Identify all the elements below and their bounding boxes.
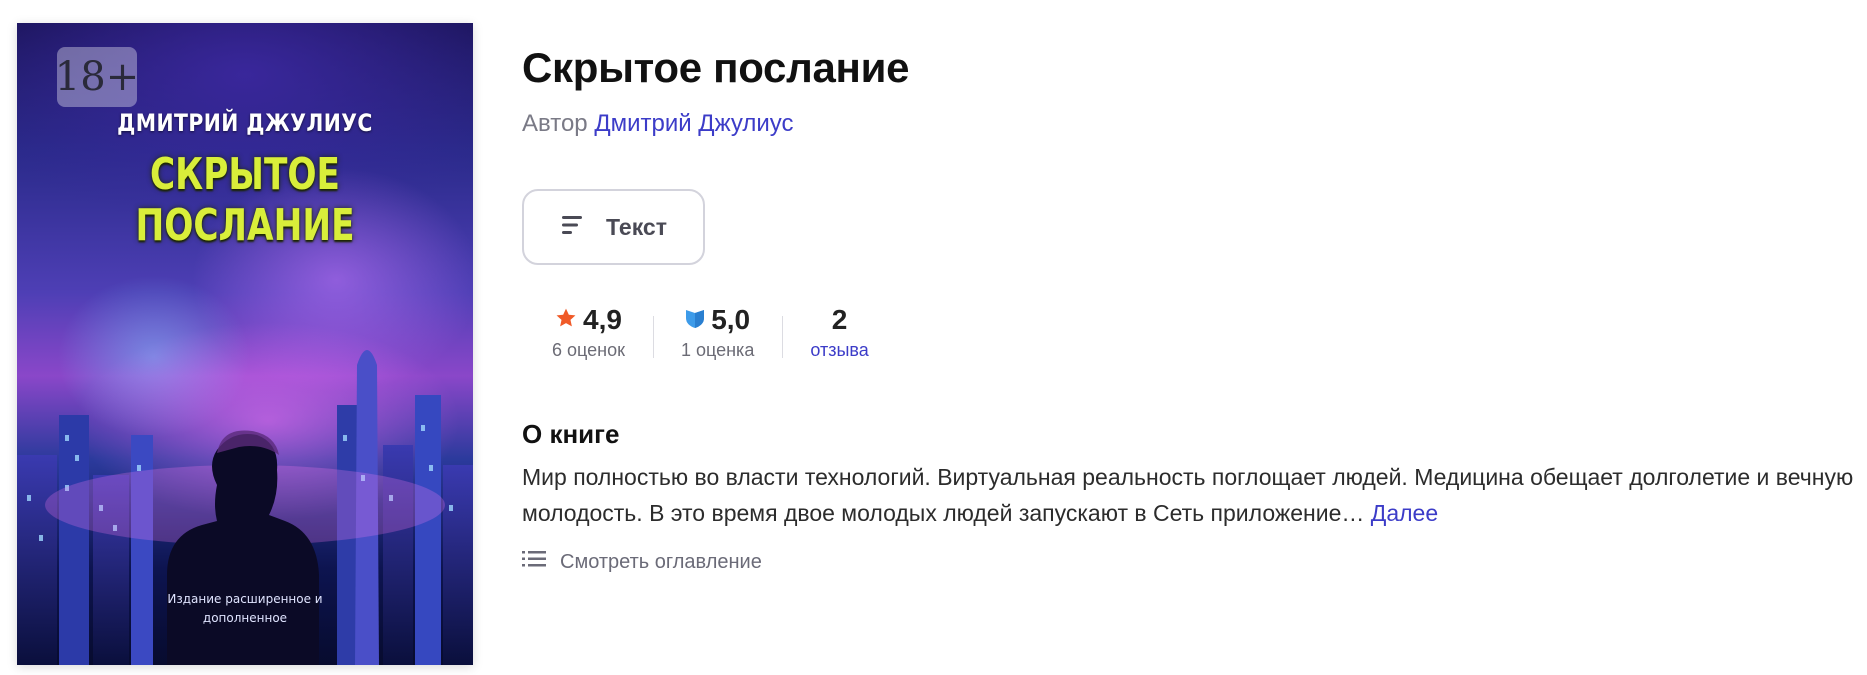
rating-livelib-value: 5,0 [711, 304, 751, 335]
rating-livelib-count: 1 оценка [680, 340, 755, 360]
author-prefix: Автор [522, 110, 588, 137]
toc-link[interactable]: Смотреть оглавление [522, 550, 762, 574]
toc-label: Смотреть оглавление [560, 550, 762, 573]
rating-litres-value: 4,9 [583, 304, 622, 335]
text-lines-icon [560, 214, 584, 241]
ratings-panel: 4,9 6 оценок 5,0 1 оценка 2 отзыва [540, 300, 897, 370]
about-description: Мир полностью во власти технологий. Вирт… [522, 464, 1854, 526]
author-line: Автор Дмитрий Джулиус [522, 110, 794, 138]
rating-livelib[interactable]: 5,0 1 оценка [652, 300, 782, 370]
rating-litres-count: 6 оценок [552, 340, 625, 360]
format-text-button[interactable]: Текст [522, 189, 705, 265]
book-cover[interactable]: 18+ ДМИТРИЙ ДЖУЛИУС СКРЫТОЕ ПОСЛАНИЕ Изд… [17, 23, 473, 665]
list-icon [522, 550, 546, 574]
cover-author: ДМИТРИЙ ДЖУЛИУС [117, 109, 373, 137]
star-icon [555, 304, 577, 336]
book-title: Скрытое послание [522, 44, 910, 91]
rating-litres[interactable]: 4,9 6 оценок [540, 300, 653, 370]
about-title: О книге [522, 419, 620, 449]
reviews-count-value-row: 2 [832, 300, 848, 340]
read-more-link[interactable]: Далее [1371, 500, 1438, 526]
reviews-link[interactable]: отзыва [810, 340, 868, 361]
cover-title: СКРЫТОЕ ПОСЛАНИЕ [135, 149, 355, 251]
cover-edition: Издание расширенное и дополненное [17, 590, 473, 628]
cover-edition-line1: Издание расширенное и [167, 592, 323, 606]
cover-edition-line2: дополненное [202, 611, 288, 625]
reviews-count[interactable]: 2 отзыва [782, 300, 896, 370]
rating-livelib-value-row: 5,0 [685, 300, 750, 340]
age-rating-badge: 18+ [55, 47, 139, 107]
format-text-label: Текст [606, 213, 667, 240]
author-link[interactable]: Дмитрий Джулиус [594, 110, 793, 137]
shield-icon [685, 304, 705, 336]
reviews-count-value: 2 [831, 304, 848, 335]
rating-litres-value-row: 4,9 [555, 300, 622, 340]
about-text: Мир полностью во власти технологий. Вирт… [522, 459, 1867, 531]
